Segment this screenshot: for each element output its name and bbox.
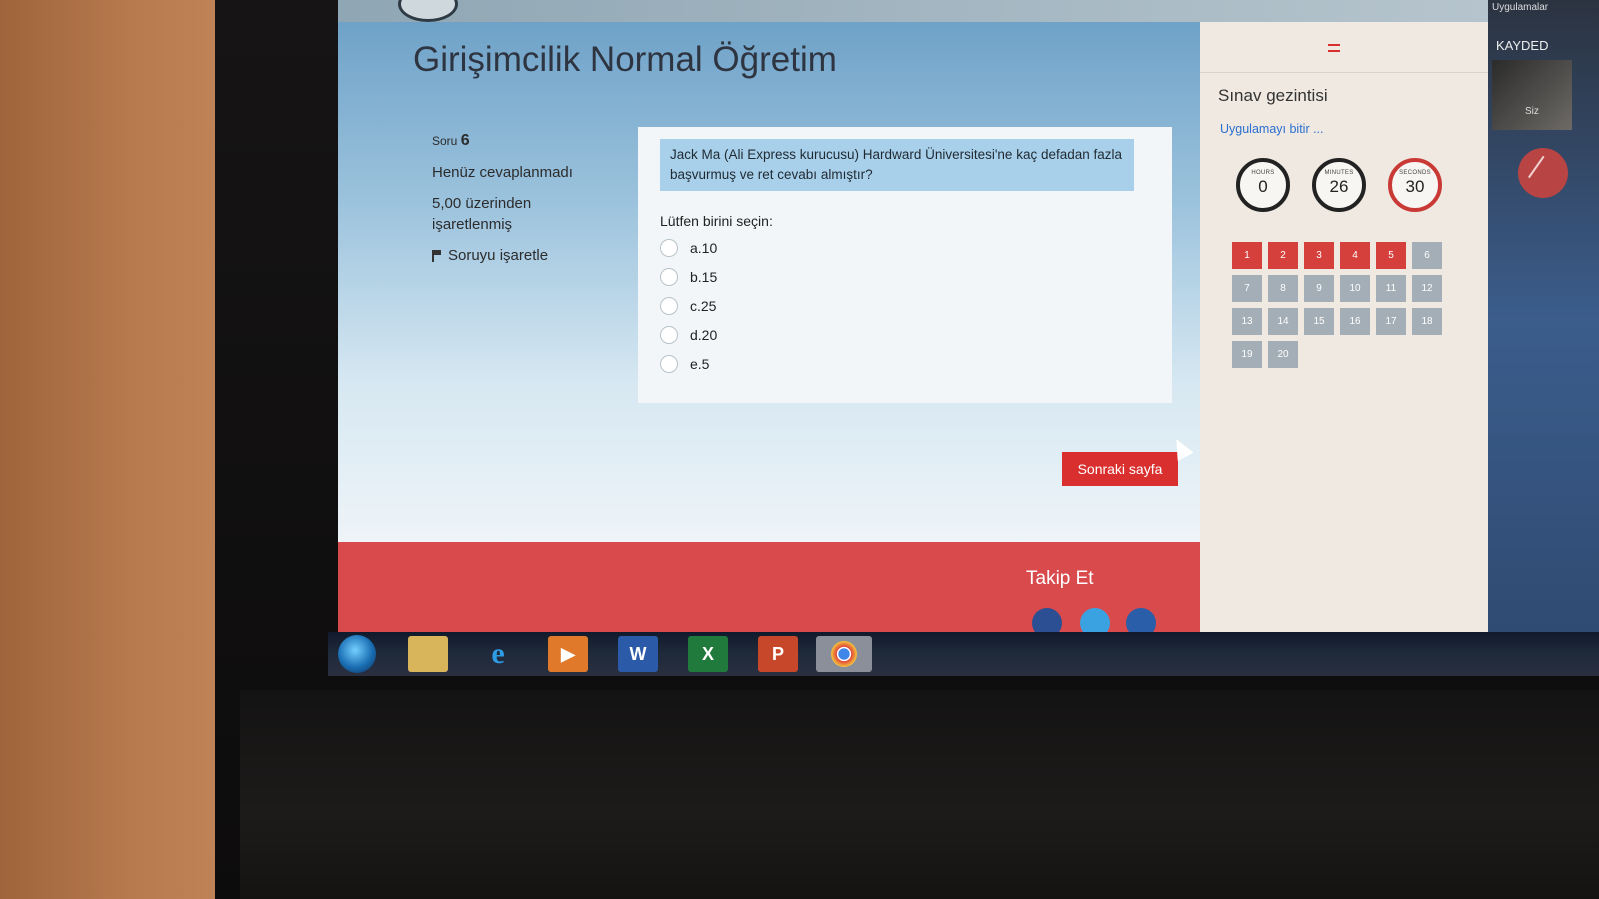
social-link-icon[interactable] — [1126, 608, 1156, 632]
flag-icon — [432, 249, 442, 262]
self-video-label: Siz — [1525, 106, 1539, 117]
internet-explorer-icon[interactable]: e — [478, 636, 518, 672]
answer-options: a.10 b.15 c.25 d.20 e.5 — [660, 233, 717, 378]
facebook-icon[interactable] — [1032, 608, 1062, 632]
question-nav-button[interactable]: 2 — [1268, 242, 1298, 269]
word-icon[interactable]: W — [618, 636, 658, 672]
question-nav-button[interactable]: 3 — [1304, 242, 1334, 269]
radio-button[interactable] — [660, 238, 678, 257]
question-state: Henüz cevaplanmadı — [432, 164, 573, 181]
page-footer: Takip Et — [338, 542, 1248, 632]
question-nav-button[interactable]: 7 — [1232, 275, 1262, 302]
question-info: Soru 6 Henüz cevaplanmadı 5,00 üzerinden… — [432, 130, 602, 276]
answer-option-b[interactable]: b.15 — [660, 262, 717, 291]
question-number: Soru 6 — [432, 130, 602, 152]
answer-option-c[interactable]: c.25 — [660, 291, 717, 320]
recording-label: KAYDED — [1496, 38, 1549, 53]
radio-button[interactable] — [660, 325, 678, 344]
question-nav-button[interactable]: 6 — [1412, 242, 1442, 269]
media-player-icon[interactable]: ▶ — [548, 636, 588, 672]
answer-prompt: Lütfen birini seçin: — [660, 213, 773, 229]
windows-taskbar: e ▶ W X P — [328, 632, 1599, 676]
quiz-main-area: Girişimcilik Normal Öğretim Soru 6 Henüz… — [338, 22, 1248, 542]
monitor-stand-area — [240, 690, 1599, 899]
radio-button[interactable] — [660, 267, 678, 286]
hours-value: 0 — [1258, 177, 1268, 196]
follow-heading: Takip Et — [1026, 568, 1094, 589]
university-logo — [398, 0, 458, 22]
apps-label[interactable]: Uygulamalar — [1492, 2, 1548, 13]
question-nav-button[interactable]: 4 — [1340, 242, 1370, 269]
answer-option-label: e.5 — [690, 355, 710, 372]
question-nav-button[interactable]: 18 — [1412, 308, 1442, 335]
windows-start-icon[interactable] — [338, 635, 376, 673]
question-number-prefix: Soru — [432, 134, 458, 148]
monitor-screen: Girişimcilik Normal Öğretim Soru 6 Henüz… — [338, 0, 1588, 632]
question-nav-button[interactable]: 14 — [1268, 308, 1298, 335]
flag-question-label: Soruyu işaretle — [448, 247, 549, 264]
hours-label: HOURS — [1251, 170, 1275, 176]
next-page-button[interactable]: Sonraki sayfa — [1062, 452, 1178, 486]
question-nav-button[interactable]: 11 — [1376, 275, 1406, 302]
question-number-grid: 1 2 3 4 5 6 7 8 9 10 11 12 13 14 15 16 17 18 19 20 — [1232, 242, 1462, 368]
question-nav-button[interactable]: 8 — [1268, 275, 1298, 302]
question-number-value: 6 — [460, 132, 470, 149]
answer-option-label: d.20 — [690, 326, 718, 343]
answer-option-label: a.10 — [690, 239, 718, 256]
excel-icon[interactable]: X — [688, 636, 728, 672]
answer-option-e[interactable]: e.5 — [660, 349, 717, 378]
chrome-icon[interactable] — [816, 636, 872, 672]
seconds-value: 30 — [1405, 177, 1425, 196]
question-nav-button[interactable]: 17 — [1376, 308, 1406, 335]
flag-question-link[interactable]: Soruyu işaretle — [432, 245, 602, 266]
answer-option-label: c.25 — [690, 297, 717, 314]
question-nav-button[interactable]: 9 — [1304, 275, 1334, 302]
finish-attempt-link[interactable]: Uygulamayı bitir ... — [1220, 122, 1324, 136]
question-nav-button[interactable]: 16 — [1340, 308, 1370, 335]
question-nav-button[interactable]: 13 — [1232, 308, 1262, 335]
question-nav-button[interactable]: 20 — [1268, 341, 1298, 368]
menu-icon[interactable] — [1328, 44, 1340, 52]
quiz-navigation-title: Sınav gezintisi — [1218, 86, 1328, 105]
minutes-value: 26 — [1329, 177, 1349, 196]
file-explorer-icon[interactable] — [408, 636, 448, 672]
answer-option-d[interactable]: d.20 — [660, 320, 717, 349]
question-text: Jack Ma (Ali Express kurucusu) Hardward … — [660, 139, 1134, 191]
question-nav-button[interactable]: 19 — [1232, 341, 1262, 368]
question-nav-button[interactable]: 1 — [1232, 242, 1262, 269]
browser-topbar — [338, 0, 1588, 22]
seconds-label: SECONDS — [1399, 170, 1431, 176]
seconds-timer: SECONDS 30 — [1388, 158, 1442, 212]
radio-button[interactable] — [660, 354, 678, 373]
question-nav-button[interactable]: 12 — [1412, 275, 1442, 302]
question-nav-button[interactable]: 10 — [1340, 275, 1370, 302]
radio-button[interactable] — [660, 296, 678, 315]
hours-timer: HOURS 0 — [1236, 158, 1290, 212]
minutes-timer: MINUTES 26 — [1312, 158, 1366, 212]
question-nav-button[interactable]: 15 — [1304, 308, 1334, 335]
minutes-label: MINUTES — [1324, 170, 1354, 176]
twitter-icon[interactable] — [1080, 608, 1110, 632]
question-grade: 5,00 üzerinden işaretlenmiş — [432, 195, 532, 233]
webcam-thumbnail — [1492, 60, 1572, 130]
question-nav-button[interactable]: 5 — [1376, 242, 1406, 269]
course-title: Girişimcilik Normal Öğretim — [413, 40, 837, 79]
answer-option-label: b.15 — [690, 268, 718, 285]
answer-option-a[interactable]: a.10 — [660, 233, 717, 262]
powerpoint-icon[interactable]: P — [758, 636, 798, 672]
question-box: Jack Ma (Ali Express kurucusu) Hardward … — [638, 127, 1172, 403]
